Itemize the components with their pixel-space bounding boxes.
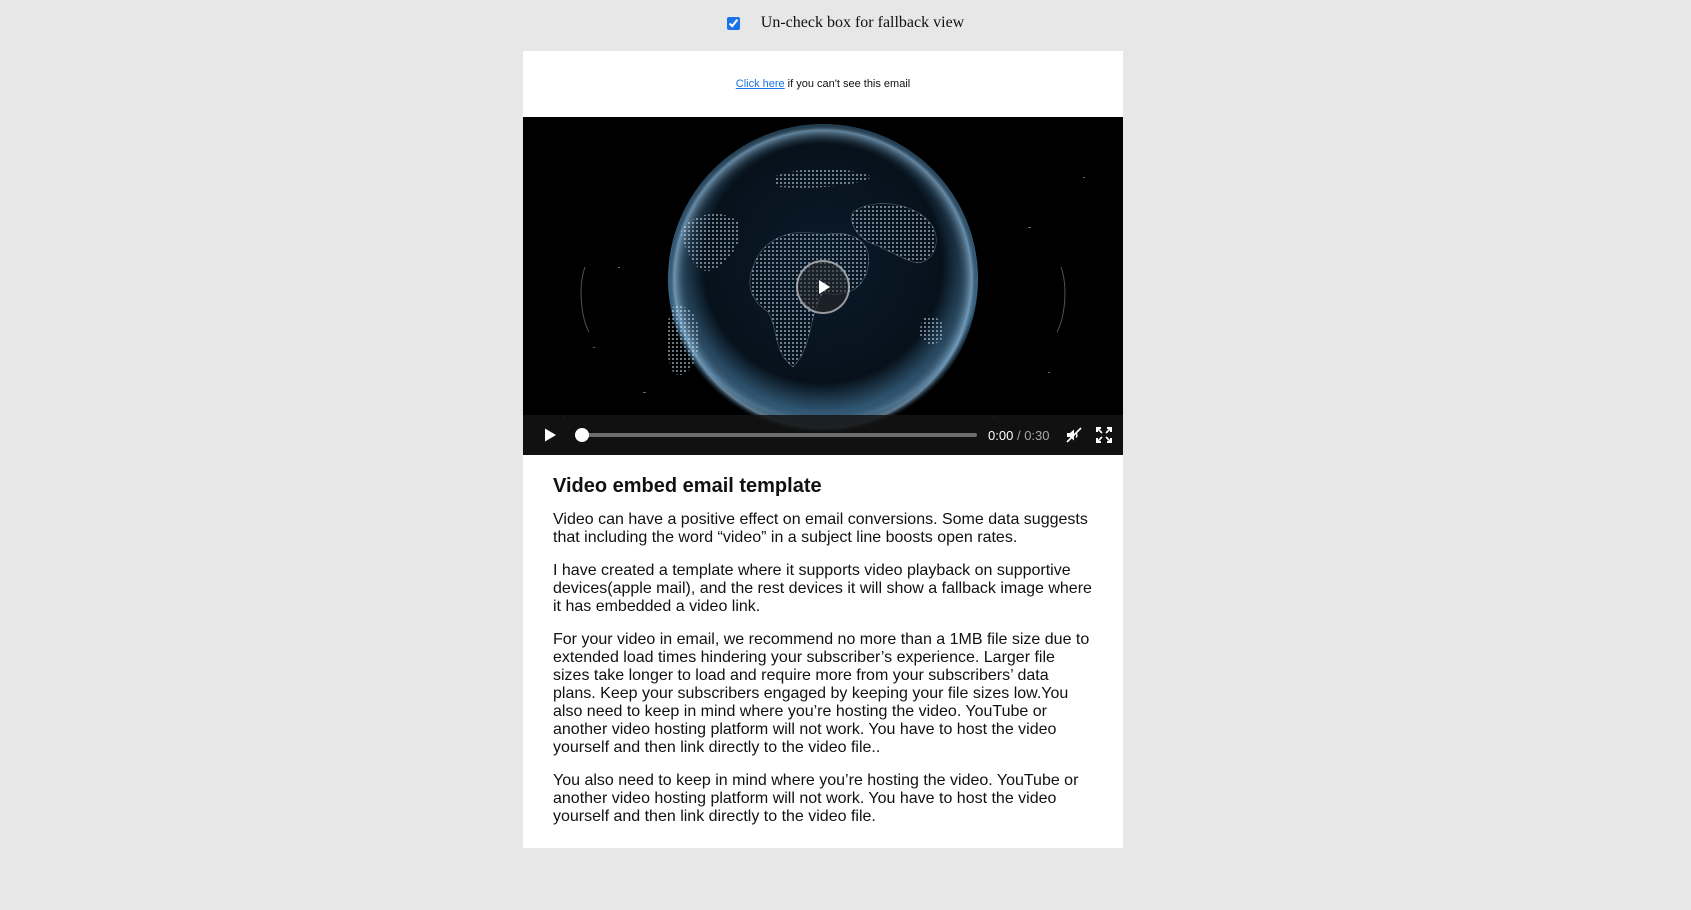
duration: 0:30 <box>1024 427 1050 443</box>
article-paragraph: Video can have a positive effect on emai… <box>553 511 1088 546</box>
fullscreen-icon <box>1095 427 1112 443</box>
article-paragraph: I have created a template where it suppo… <box>553 562 1092 615</box>
article-paragraph: You also need to keep in mind where you’… <box>553 772 1079 825</box>
play-icon <box>545 428 556 442</box>
big-play-button[interactable] <box>796 260 850 314</box>
preheader: Click here if you can't see this email <box>523 51 1123 117</box>
fallback-toggle-label: Un-check box for fallback view <box>760 14 965 31</box>
video-player[interactable]: 0:00 / 0:30 <box>523 117 1123 455</box>
email-card: Click here if you can't see this email 0… <box>523 51 1123 848</box>
article-paragraph: For your video in email, we recommend no… <box>553 631 1090 756</box>
time-separator: / <box>1016 427 1021 443</box>
progress-thumb[interactable] <box>575 428 589 442</box>
video-controls-bar: 0:00 / 0:30 <box>523 415 1123 455</box>
time-display: 0:00 / 0:30 <box>988 428 1050 443</box>
progress-slider[interactable] <box>575 428 977 442</box>
play-button[interactable] <box>540 425 560 445</box>
preheader-text: if you can't see this email <box>787 78 911 90</box>
view-in-browser-link[interactable]: Click here <box>736 78 785 90</box>
mute-button[interactable] <box>1065 426 1083 444</box>
fullscreen-button[interactable] <box>1095 426 1113 444</box>
muted-speaker-icon <box>1065 427 1082 443</box>
fallback-toggle-row: Un-check box for fallback view <box>0 14 1691 32</box>
fallback-view-checkbox[interactable] <box>726 16 740 30</box>
play-icon <box>819 280 830 294</box>
article-body: Video embed email template Video can hav… <box>523 455 1123 826</box>
current-time: 0:00 <box>988 427 1014 443</box>
article-heading: Video embed email template <box>553 475 822 497</box>
